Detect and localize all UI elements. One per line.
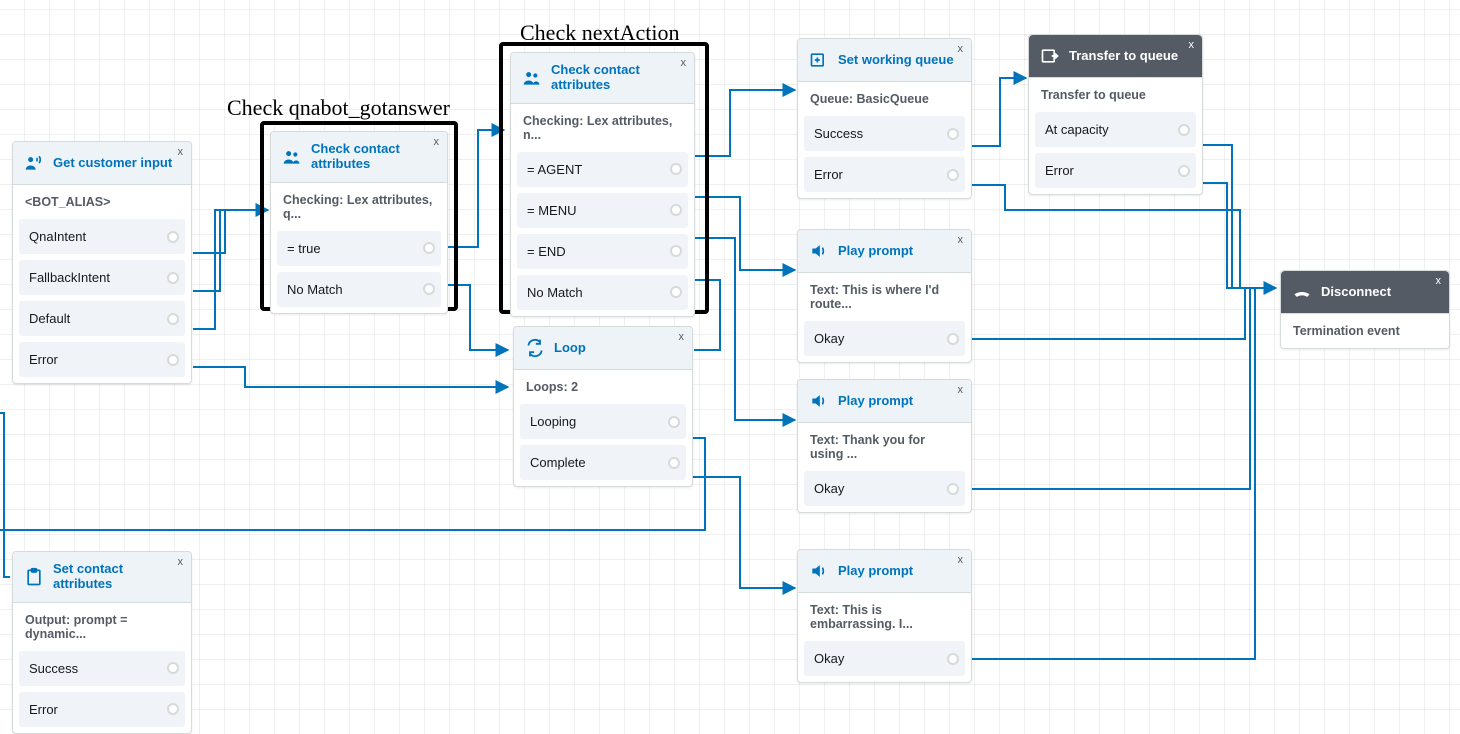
branch-fallbackintent[interactable]: FallbackIntent: [19, 260, 185, 295]
branch-equals-true[interactable]: = true: [277, 231, 441, 266]
block-play-prompt-3[interactable]: Play prompt x Text: This is embarrassing…: [797, 549, 972, 683]
flow-connectors: [0, 0, 1460, 734]
branch-okay[interactable]: Okay: [804, 471, 965, 506]
block-title: Set contact attributes: [53, 562, 181, 592]
block-subtitle: Queue: BasicQueue: [798, 82, 971, 116]
block-subtitle: Text: Thank you for using ...: [798, 423, 971, 471]
annotation-check-nextaction: Check nextAction: [520, 20, 679, 46]
clipboard-icon: [23, 566, 45, 588]
branch-looping[interactable]: Looping: [520, 404, 686, 439]
block-title: Loop: [554, 341, 586, 356]
branch-error[interactable]: Error: [804, 157, 965, 192]
transfer-icon: [1039, 45, 1061, 67]
block-set-contact-attributes[interactable]: Set contact attributes x Output: prompt …: [12, 551, 192, 734]
block-subtitle: Checking: Lex attributes, q...: [271, 183, 447, 231]
block-transfer-to-queue[interactable]: Transfer to queue x Transfer to queue At…: [1028, 34, 1203, 195]
branch-success[interactable]: Success: [804, 116, 965, 151]
close-icon[interactable]: x: [1189, 39, 1195, 51]
branch-end[interactable]: = END: [517, 234, 688, 269]
close-icon[interactable]: x: [958, 234, 964, 246]
block-check-contact-attributes-1[interactable]: Check contact attributes x Checking: Lex…: [270, 131, 448, 314]
close-icon[interactable]: x: [434, 136, 440, 148]
block-title: Play prompt: [838, 394, 913, 409]
block-subtitle: Text: This is embarrassing. I...: [798, 593, 971, 641]
block-title: Get customer input: [53, 156, 172, 171]
close-icon[interactable]: x: [178, 146, 184, 158]
block-title: Disconnect: [1321, 285, 1391, 300]
block-title: Check contact attributes: [551, 63, 684, 93]
block-title: Play prompt: [838, 564, 913, 579]
block-title: Transfer to queue: [1069, 49, 1178, 64]
block-play-prompt-2[interactable]: Play prompt x Text: Thank you for using …: [797, 379, 972, 513]
block-disconnect[interactable]: Disconnect x Termination event: [1280, 270, 1450, 349]
branch-no-match[interactable]: No Match: [517, 275, 688, 310]
block-title: Check contact attributes: [311, 142, 437, 172]
branch-menu[interactable]: = MENU: [517, 193, 688, 228]
close-icon[interactable]: x: [679, 331, 685, 343]
block-title: Set working queue: [838, 53, 954, 68]
loop-icon: [524, 337, 546, 359]
people-icon: [281, 146, 303, 168]
annotation-check-gotanswer: Check qnabot_gotanswer: [227, 95, 450, 121]
hangup-icon: [1291, 281, 1313, 303]
block-subtitle: Loops: 2: [514, 370, 692, 404]
queue-plus-icon: [808, 49, 830, 71]
branch-error[interactable]: Error: [19, 692, 185, 727]
branch-no-match[interactable]: No Match: [277, 272, 441, 307]
close-icon[interactable]: x: [958, 554, 964, 566]
block-set-working-queue[interactable]: Set working queue x Queue: BasicQueue Su…: [797, 38, 972, 199]
branch-default[interactable]: Default: [19, 301, 185, 336]
close-icon[interactable]: x: [178, 556, 184, 568]
block-loop[interactable]: Loop x Loops: 2 Looping Complete: [513, 326, 693, 487]
people-icon: [521, 67, 543, 89]
block-check-contact-attributes-2[interactable]: Check contact attributes x Checking: Lex…: [510, 52, 695, 317]
block-subtitle: Checking: Lex attributes, n...: [511, 104, 694, 152]
block-subtitle: Termination event: [1281, 314, 1449, 348]
branch-qnaintent[interactable]: QnaIntent: [19, 219, 185, 254]
speaker-icon: [808, 390, 830, 412]
block-subtitle: Output: prompt = dynamic...: [13, 603, 191, 651]
block-title: Play prompt: [838, 244, 913, 259]
close-icon[interactable]: x: [1436, 275, 1442, 287]
close-icon[interactable]: x: [681, 57, 687, 69]
close-icon[interactable]: x: [958, 43, 964, 55]
block-subtitle: <BOT_ALIAS>: [13, 185, 191, 219]
block-play-prompt-1[interactable]: Play prompt x Text: This is where I'd ro…: [797, 229, 972, 363]
branch-error[interactable]: Error: [19, 342, 185, 377]
close-icon[interactable]: x: [958, 384, 964, 396]
branch-okay[interactable]: Okay: [804, 321, 965, 356]
block-subtitle: Text: This is where I'd route...: [798, 273, 971, 321]
branch-complete[interactable]: Complete: [520, 445, 686, 480]
person-waves-icon: [23, 152, 45, 174]
branch-at-capacity[interactable]: At capacity: [1035, 112, 1196, 147]
branch-okay[interactable]: Okay: [804, 641, 965, 676]
block-subtitle: Transfer to queue: [1029, 78, 1202, 112]
speaker-icon: [808, 560, 830, 582]
speaker-icon: [808, 240, 830, 262]
branch-success[interactable]: Success: [19, 651, 185, 686]
block-get-customer-input[interactable]: Get customer input x <BOT_ALIAS> QnaInte…: [12, 141, 192, 384]
branch-agent[interactable]: = AGENT: [517, 152, 688, 187]
branch-error[interactable]: Error: [1035, 153, 1196, 188]
